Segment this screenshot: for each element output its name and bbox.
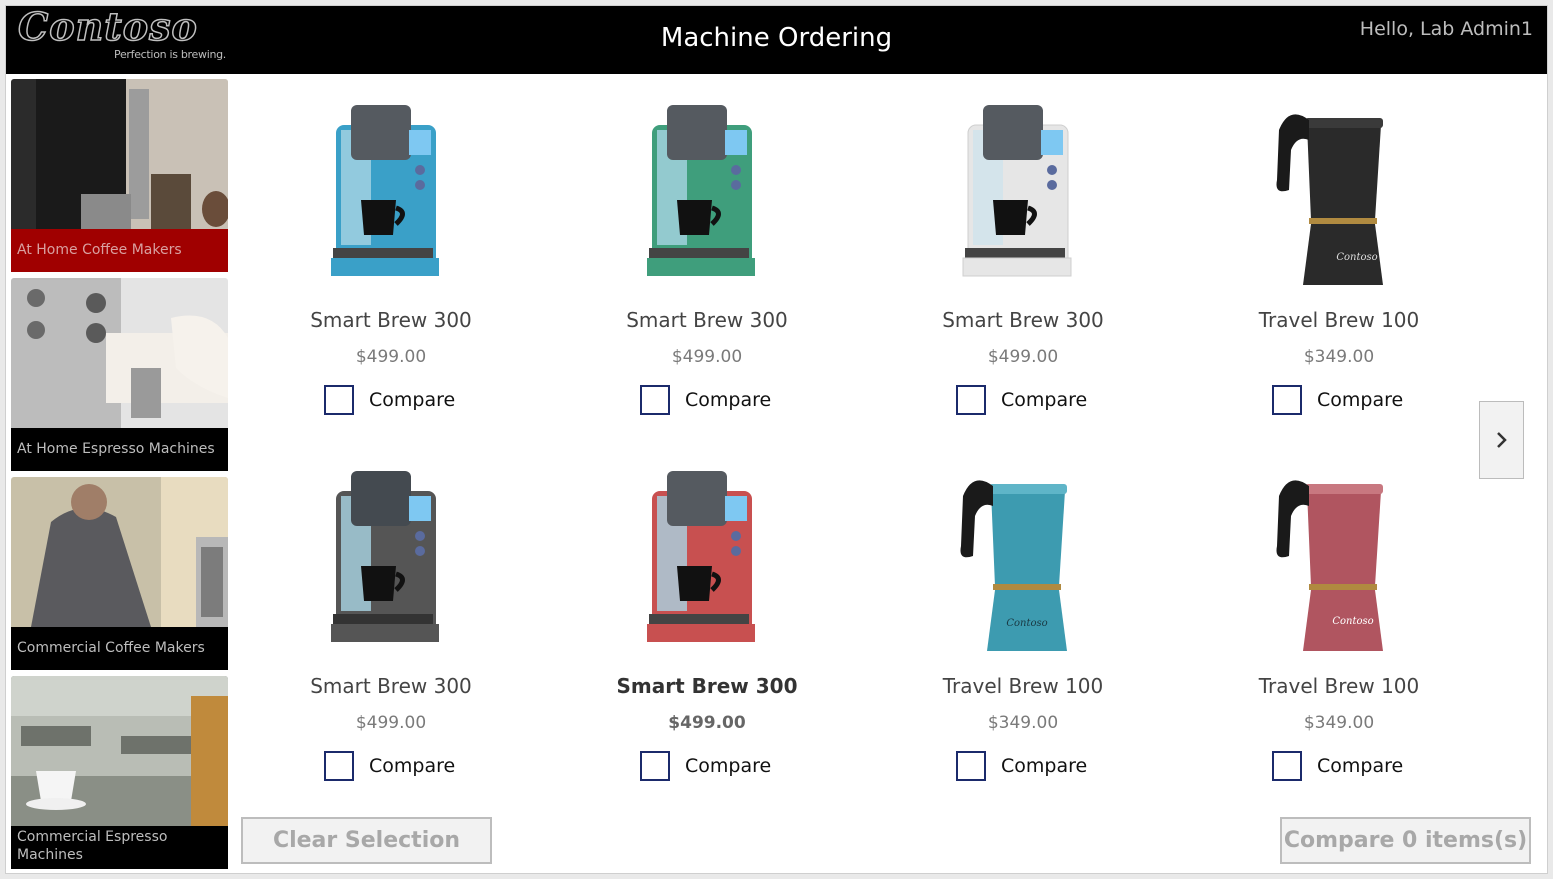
product-name: Smart Brew 300 <box>626 308 788 332</box>
product-image <box>331 105 439 276</box>
compare-checkbox[interactable]: Compare <box>956 384 1087 416</box>
compare-label: Compare <box>1317 389 1404 411</box>
product-price: $349.00 <box>1303 713 1375 733</box>
product-price: $499.00 <box>671 347 743 367</box>
compare-checkbox[interactable]: Compare <box>324 750 455 782</box>
product-image <box>331 471 439 642</box>
product-card[interactable]: Smart Brew 300 $499.00 Compare <box>241 86 541 426</box>
checkbox-box[interactable] <box>1272 385 1302 415</box>
compare-label: Compare <box>369 755 456 777</box>
compare-checkbox[interactable]: Compare <box>324 384 455 416</box>
product-card[interactable]: Contoso Travel Brew 100 $349.00 Compare <box>1189 86 1489 426</box>
category-commercial-espresso-machines[interactable]: Commercial Espresso Machines <box>11 676 228 869</box>
compare-checkbox[interactable]: Compare <box>640 384 771 416</box>
product-price: $499.00 <box>987 347 1059 367</box>
checkbox-box[interactable] <box>324 385 354 415</box>
compare-checkbox[interactable]: Compare <box>956 750 1087 782</box>
compare-label: Compare <box>1001 755 1088 777</box>
product-image: Contoso <box>1276 114 1383 285</box>
category-label: At Home Coffee Makers <box>11 229 228 272</box>
category-image <box>11 477 228 627</box>
user-greeting: Hello, Lab Admin1 <box>1359 18 1533 40</box>
svg-text:Contoso: Contoso <box>1336 252 1377 263</box>
category-sidebar: At Home Coffee Makers At Home Espresso M… <box>11 79 228 873</box>
compare-items-button[interactable]: Compare 0 items(s) <box>1280 817 1531 864</box>
product-name: Travel Brew 100 <box>942 674 1104 698</box>
product-price: $499.00 <box>355 347 427 367</box>
checkbox-box[interactable] <box>956 751 986 781</box>
category-commercial-coffee-makers[interactable]: Commercial Coffee Makers <box>11 477 228 670</box>
category-at-home-coffee-makers[interactable]: At Home Coffee Makers <box>11 79 228 272</box>
product-name: Smart Brew 300 <box>942 308 1104 332</box>
product-price: $349.00 <box>987 713 1059 733</box>
checkbox-box[interactable] <box>956 385 986 415</box>
header-bar: Contoso Perfection is brewing. Machine O… <box>6 6 1547 74</box>
chevron-right-icon <box>1496 432 1507 448</box>
compare-checkbox[interactable]: Compare <box>1272 384 1403 416</box>
app-window: Contoso Perfection is brewing. Machine O… <box>5 5 1548 874</box>
compare-checkbox[interactable]: Compare <box>1272 750 1403 782</box>
category-image <box>11 278 228 428</box>
product-card[interactable]: Contoso Travel Brew 100 $349.00 Compare <box>1189 452 1489 792</box>
product-card[interactable]: Smart Brew 300 $499.00 Compare <box>557 452 857 792</box>
checkbox-box[interactable] <box>640 751 670 781</box>
product-name: Smart Brew 300 <box>616 674 798 698</box>
product-image: Contoso <box>1276 480 1383 651</box>
compare-label: Compare <box>685 389 772 411</box>
product-card[interactable]: Smart Brew 300 $499.00 Compare <box>241 452 541 792</box>
product-card[interactable]: Contoso Travel Brew 100 $349.00 Compare <box>873 452 1173 792</box>
checkbox-box[interactable] <box>640 385 670 415</box>
category-image <box>11 676 228 826</box>
category-label: At Home Espresso Machines <box>11 428 228 471</box>
category-image <box>11 79 228 229</box>
product-name: Travel Brew 100 <box>1258 308 1420 332</box>
product-name: Smart Brew 300 <box>310 308 472 332</box>
compare-label: Compare <box>1317 755 1404 777</box>
compare-label: Compare <box>685 755 772 777</box>
page-title: Machine Ordering <box>660 23 893 53</box>
product-image <box>647 105 755 276</box>
svg-text:Contoso: Contoso <box>1006 618 1047 629</box>
svg-text:Contoso: Contoso <box>1332 616 1373 627</box>
product-card[interactable]: Smart Brew 300 $499.00 Compare <box>873 86 1173 426</box>
compare-label: Compare <box>369 389 456 411</box>
product-name: Travel Brew 100 <box>1258 674 1420 698</box>
category-label: Commercial Espresso Machines <box>11 826 228 869</box>
product-image <box>962 105 1072 277</box>
product-price: $499.00 <box>355 713 427 733</box>
compare-checkbox[interactable]: Compare <box>640 750 771 782</box>
product-image <box>647 471 755 642</box>
clear-selection-button[interactable]: Clear Selection <box>241 817 492 864</box>
category-label: Commercial Coffee Makers <box>11 627 228 670</box>
product-card[interactable]: Smart Brew 300 $499.00 Compare <box>557 86 857 426</box>
product-price: $349.00 <box>1303 347 1375 367</box>
product-image: Contoso <box>960 480 1067 651</box>
compare-label: Compare <box>1001 389 1088 411</box>
category-at-home-espresso-machines[interactable]: At Home Espresso Machines <box>11 278 228 471</box>
checkbox-box[interactable] <box>1272 751 1302 781</box>
product-price: $499.00 <box>668 713 746 733</box>
product-name: Smart Brew 300 <box>310 674 472 698</box>
checkbox-box[interactable] <box>324 751 354 781</box>
next-page-button[interactable] <box>1479 401 1524 479</box>
